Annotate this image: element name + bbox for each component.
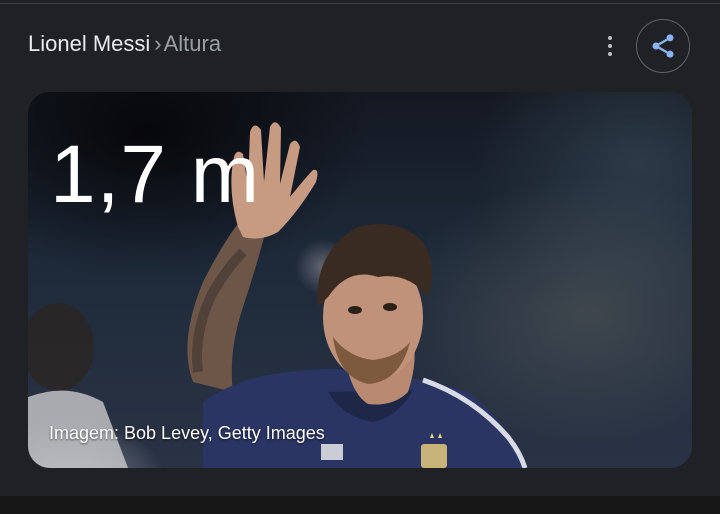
image-credit: Imagem: Bob Levey, Getty Images [49,423,325,443]
share-icon [652,34,674,58]
top-divider [0,3,720,4]
more-options-button[interactable] [596,32,624,60]
more-vert-icon [608,36,612,40]
share-button[interactable] [636,19,690,73]
more-vert-icon-dot [608,44,612,48]
breadcrumb: Lionel Messi ›Altura [28,30,221,58]
height-value: 1,7 m [50,129,261,220]
breadcrumb-attribute: Altura [163,31,222,56]
more-vert-icon-dot [608,52,612,56]
breadcrumb-separator: › [154,31,162,56]
height-image-card[interactable]: 1,7 m Imagem: Bob Levey, Getty Images [28,92,692,468]
height-answer-panel: Lionel Messi ›Altura 1,7 m Imagem: Bob L… [0,0,720,514]
breadcrumb-entity[interactable]: Lionel Messi [28,31,150,56]
bottom-separator [0,496,720,514]
